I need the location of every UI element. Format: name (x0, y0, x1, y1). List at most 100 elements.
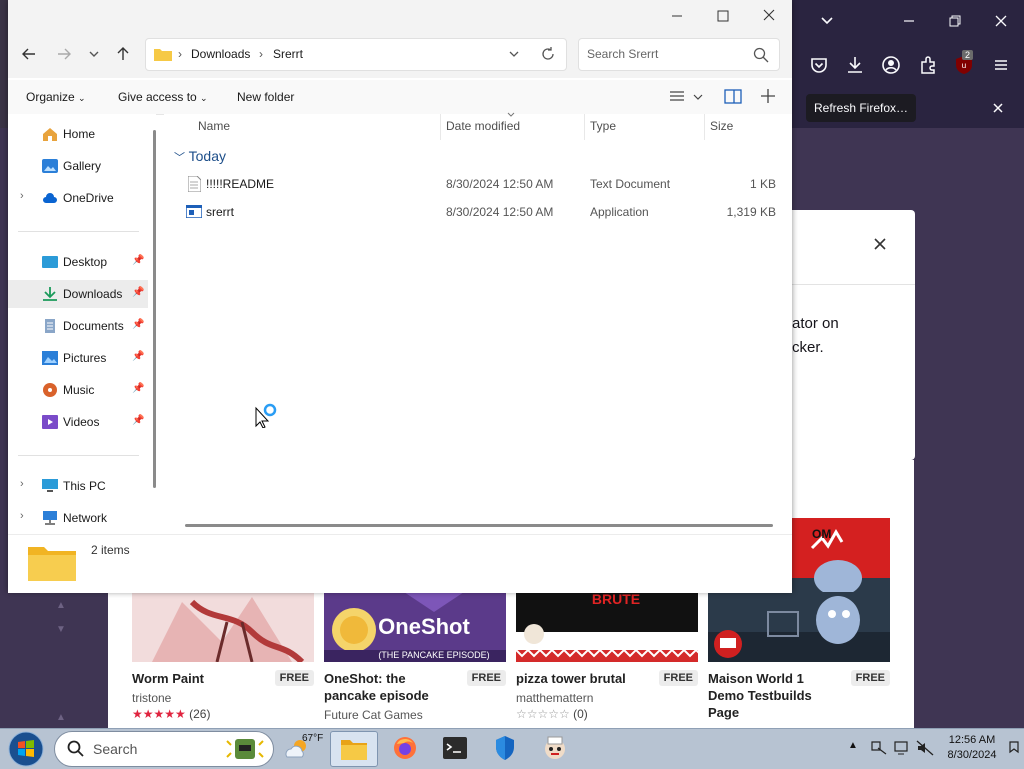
notification-close-icon[interactable] (990, 100, 1006, 116)
nav-item-desktop[interactable]: Desktop 📌 (8, 248, 148, 276)
nav-item-gallery[interactable]: Gallery (8, 152, 148, 180)
volume-muted-icon[interactable] (916, 740, 934, 756)
account-icon[interactable] (880, 54, 902, 76)
start-button-icon[interactable] (8, 731, 44, 767)
recent-locations-chevron-icon[interactable] (80, 40, 108, 68)
column-header-type[interactable]: Type (590, 119, 616, 133)
minimize-icon[interactable] (894, 6, 924, 36)
game-author[interactable]: Future Cat Games (324, 708, 506, 722)
file-row[interactable]: !!!!!README 8/30/2024 12:50 AM Text Docu… (170, 170, 776, 198)
column-header-name[interactable]: Name (198, 119, 230, 133)
action-center-icon[interactable] (870, 740, 888, 756)
refresh-firefox-button[interactable]: Refresh Firefox… (806, 94, 916, 122)
column-divider[interactable] (440, 114, 441, 140)
clock-time: 12:56 AM (948, 734, 996, 746)
search-icon[interactable] (753, 47, 769, 63)
taskbar-search-placeholder: Search (93, 741, 138, 757)
nav-item-pictures[interactable]: Pictures 📌 (8, 344, 148, 372)
give-access-menu[interactable]: Give access to ⌄ (118, 90, 208, 104)
game-author[interactable]: matthemattern (516, 691, 698, 705)
close-icon[interactable] (986, 6, 1016, 36)
column-header-date[interactable]: Date modified (446, 119, 520, 133)
address-bar[interactable]: › Downloads › Srerrt (145, 38, 567, 71)
game-card[interactable]: Maison World 1 Demo Testbuilds Page FREE (708, 592, 890, 721)
rating-stars-icon: ☆☆☆☆☆ (516, 707, 570, 721)
maximize-icon[interactable] (700, 0, 746, 32)
game-title[interactable]: Worm Paint (132, 670, 267, 687)
nav-divider (18, 231, 139, 232)
up-arrow-icon[interactable] (109, 40, 137, 68)
nav-item-network[interactable]: › Network (8, 504, 148, 532)
close-icon[interactable] (746, 0, 792, 32)
preview-pane-icon[interactable] (724, 89, 742, 104)
address-history-chevron-icon[interactable] (508, 48, 520, 60)
game-thumbnail[interactable] (132, 592, 314, 662)
horizontal-scrollbar[interactable] (185, 524, 773, 527)
game-card[interactable]: Worm Paint FREE tristone ★★★★★ (26) (132, 592, 314, 721)
taskbar-search[interactable]: Search (54, 731, 274, 767)
taskbar-file-explorer[interactable] (330, 731, 378, 767)
forward-arrow-icon[interactable] (50, 40, 78, 68)
file-row[interactable]: srerrt 8/30/2024 12:50 AM Application 1,… (170, 198, 776, 226)
expand-chevron-icon[interactable]: › (20, 510, 24, 522)
nav-item-music[interactable]: Music 📌 (8, 376, 148, 404)
taskbar-terminal[interactable] (432, 731, 478, 765)
game-author[interactable]: tristone (132, 691, 314, 705)
taskbar-app[interactable] (532, 731, 578, 765)
network-status-icon[interactable] (893, 740, 911, 756)
nav-item-this-pc[interactable]: › This PC (8, 472, 148, 500)
taskbar-security[interactable] (482, 731, 528, 765)
expand-chevron-icon[interactable]: › (20, 478, 24, 490)
pocket-icon[interactable] (808, 54, 830, 76)
nav-scrollbar[interactable] (153, 130, 156, 488)
game-thumbnail[interactable] (708, 592, 890, 662)
menu-icon[interactable] (990, 54, 1012, 76)
nav-item-onedrive[interactable]: › OneDrive (8, 184, 148, 212)
game-thumbnail[interactable]: BRUTE (516, 592, 698, 662)
show-hidden-icons[interactable]: ▲ (848, 740, 858, 751)
notification-icon[interactable] (1008, 740, 1020, 756)
game-title[interactable]: Maison World 1 Demo Testbuilds Page (708, 670, 843, 721)
group-header-today[interactable]: ﹀ Today (174, 148, 226, 165)
breadcrumb-srerrt[interactable]: Srerrt (273, 47, 303, 61)
column-divider[interactable] (584, 114, 585, 140)
file-size: 1,319 KB (726, 205, 776, 219)
search-input[interactable]: Search Srerrt (587, 47, 658, 61)
minimize-icon[interactable] (654, 0, 700, 32)
column-divider[interactable] (704, 114, 705, 140)
game-card[interactable]: OneShot (THE PANCAKE EPISODE) OneShot: t… (324, 592, 506, 722)
game-title[interactable]: OneShot: the pancake episode (324, 670, 459, 704)
column-header-size[interactable]: Size (710, 119, 733, 133)
tab-list-chevron-icon[interactable] (812, 6, 842, 36)
weather-widget[interactable]: 67°F (280, 731, 326, 765)
nav-item-downloads[interactable]: Downloads 📌 (8, 280, 148, 308)
nav-item-documents[interactable]: Documents 📌 (8, 312, 148, 340)
game-thumbnail[interactable]: OneShot (THE PANCAKE EPISODE) (324, 592, 506, 662)
search-box[interactable]: Search Srerrt (578, 38, 780, 71)
add-icon[interactable] (760, 88, 776, 104)
game-title[interactable]: pizza tower brutal (516, 670, 651, 687)
new-folder-button[interactable]: New folder (237, 90, 294, 104)
organize-menu[interactable]: Organize ⌄ (26, 90, 86, 104)
back-arrow-icon[interactable] (15, 40, 43, 68)
dialog-close-icon[interactable] (872, 236, 888, 252)
view-details-icon[interactable] (668, 90, 686, 104)
nav-label: Documents (63, 319, 124, 333)
view-options-chevron-icon[interactable] (692, 92, 704, 102)
game-card[interactable]: BRUTE pizza tower brutal FREE matthematt… (516, 592, 698, 721)
extension-badge: 2 (962, 50, 974, 60)
nav-label: Downloads (63, 287, 123, 301)
breadcrumb-downloads[interactable]: Downloads (191, 47, 250, 61)
nav-item-videos[interactable]: Videos 📌 (8, 408, 148, 436)
taskbar-firefox[interactable] (382, 731, 428, 765)
clock[interactable]: 12:56 AM 8/30/2024 (936, 733, 1008, 763)
restore-icon[interactable] (940, 6, 970, 36)
nav-item-home[interactable]: Home (8, 120, 148, 148)
expand-chevron-icon[interactable]: › (20, 190, 24, 202)
extensions-icon[interactable] (917, 54, 939, 76)
organize-label: Organize (26, 90, 75, 104)
terminal-icon (443, 737, 467, 759)
refresh-icon[interactable] (540, 46, 556, 62)
downloads-icon[interactable] (844, 54, 866, 76)
page-scroll-arrows[interactable]: ▲ ▼ ▲ (56, 600, 76, 728)
